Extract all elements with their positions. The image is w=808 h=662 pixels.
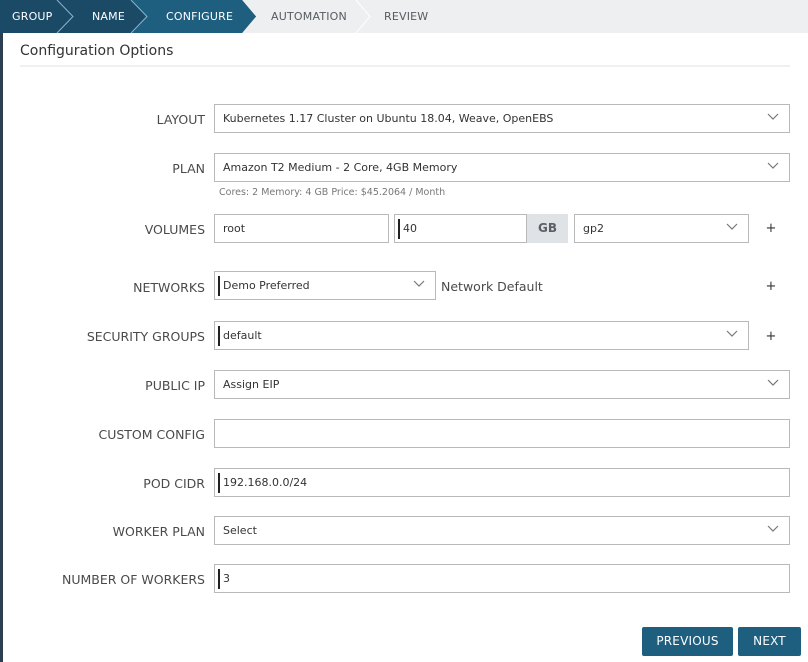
wizard-steps: GROUP NAME CONFIGURE AUTOMATION REVIEW <box>0 0 808 33</box>
volume-size-input[interactable]: 40 <box>394 214 527 243</box>
volume-type-value: gp2 <box>583 222 604 235</box>
plan-details: Cores: 2 Memory: 4 GB Price: $45.2064 / … <box>219 187 446 198</box>
chevron-down-icon <box>767 162 779 169</box>
layout-value: Kubernetes 1.17 Cluster on Ubuntu 18.04,… <box>223 112 554 125</box>
number-of-workers-input[interactable]: 3 <box>214 564 790 593</box>
chevron-down-icon <box>767 525 779 532</box>
chevron-down-icon <box>726 223 738 230</box>
pod-cidr-value: 192.168.0.0/24 <box>223 476 308 489</box>
network-default-note: Network Default <box>441 279 543 294</box>
volumes-label: VOLUMES <box>144 222 205 237</box>
wizard-step-automation[interactable]: AUTOMATION <box>271 0 347 33</box>
networks-label: NETWORKS <box>133 280 205 295</box>
wizard-step-configure[interactable]: CONFIGURE <box>166 0 233 33</box>
plan-value: Amazon T2 Medium - 2 Core, 4GB Memory <box>223 161 458 174</box>
worker-plan-value: Select <box>223 524 257 537</box>
layout-label: LAYOUT <box>156 112 205 127</box>
security-groups-select[interactable]: default <box>214 321 749 350</box>
step-divider <box>355 0 371 33</box>
volume-size-value: 40 <box>403 222 417 235</box>
chevron-down-icon <box>726 330 738 337</box>
volume-name-input[interactable]: root <box>214 214 389 243</box>
page-left-border <box>0 0 3 662</box>
security-groups-label: SECURITY GROUPS <box>86 329 205 344</box>
custom-config-label: CUSTOM CONFIG <box>98 427 205 442</box>
number-of-workers-value: 3 <box>223 572 230 585</box>
previous-button[interactable]: PREVIOUS <box>642 627 733 656</box>
pod-cidr-label: POD CIDR <box>143 476 205 491</box>
worker-plan-label: WORKER PLAN <box>112 524 205 539</box>
public-ip-select[interactable]: Assign EIP <box>214 370 790 399</box>
chevron-down-icon <box>767 379 779 386</box>
chevron-down-icon <box>767 113 779 120</box>
public-ip-label: PUBLIC IP <box>145 378 205 393</box>
wizard-step-group[interactable]: GROUP <box>12 0 53 33</box>
section-title: Configuration Options <box>20 43 174 59</box>
volume-size-unit: GB <box>527 214 568 243</box>
plan-select[interactable]: Amazon T2 Medium - 2 Core, 4GB Memory <box>214 153 790 182</box>
next-button[interactable]: NEXT <box>738 627 801 656</box>
security-groups-value: default <box>223 329 262 342</box>
network-value: Demo Preferred <box>223 279 310 292</box>
wizard-step-name[interactable]: NAME <box>92 0 125 33</box>
number-of-workers-label: NUMBER OF WORKERS <box>61 572 205 587</box>
add-security-group-button[interactable]: + <box>764 329 778 344</box>
volume-name-value: root <box>223 222 246 235</box>
plan-label: PLAN <box>172 161 205 176</box>
network-select[interactable]: Demo Preferred <box>214 271 436 300</box>
worker-plan-select[interactable]: Select <box>214 516 790 545</box>
section-divider <box>20 65 790 67</box>
custom-config-input[interactable] <box>214 419 790 448</box>
add-network-button[interactable]: + <box>764 279 778 294</box>
wizard-step-review[interactable]: REVIEW <box>384 0 428 33</box>
public-ip-value: Assign EIP <box>223 378 280 391</box>
volume-type-select[interactable]: gp2 <box>574 214 749 243</box>
add-volume-button[interactable]: + <box>764 221 778 236</box>
pod-cidr-input[interactable]: 192.168.0.0/24 <box>214 468 790 497</box>
layout-select[interactable]: Kubernetes 1.17 Cluster on Ubuntu 18.04,… <box>214 104 790 133</box>
chevron-down-icon <box>413 280 425 287</box>
